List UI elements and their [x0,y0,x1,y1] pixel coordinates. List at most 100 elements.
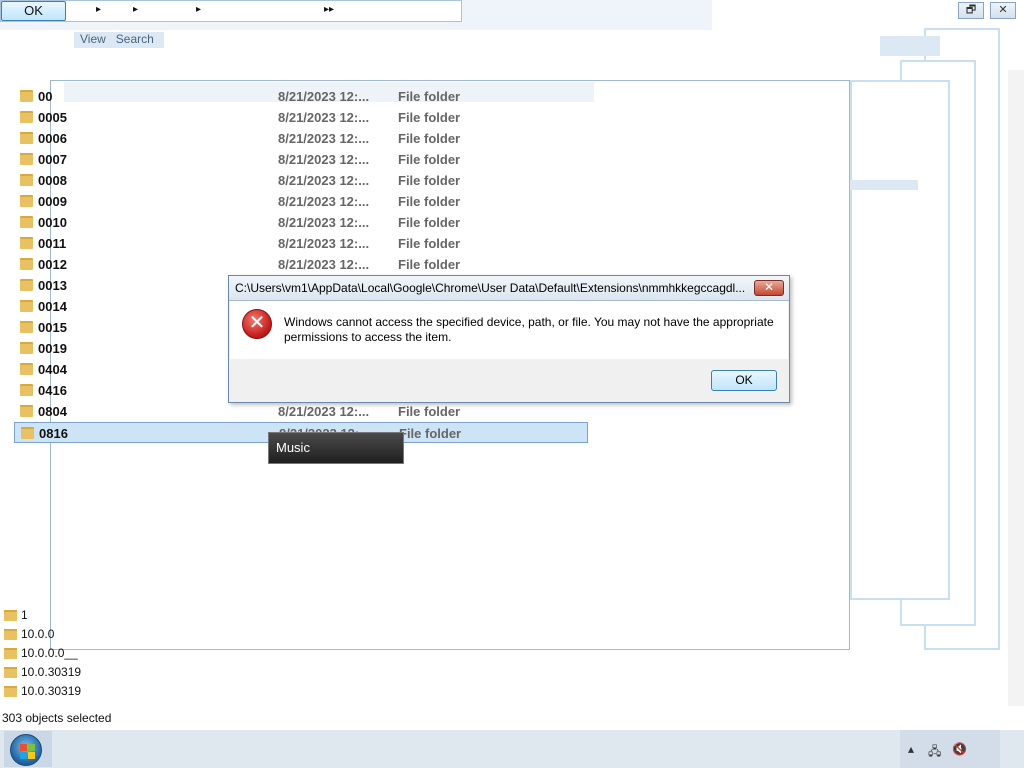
folder-icon [20,90,33,102]
tooltip: Music [268,432,404,464]
tree-item[interactable]: 10.0.30319 [4,665,81,679]
show-hidden-icons-icon[interactable]: ▴ [908,742,914,756]
folder-icon [20,405,33,417]
file-date: 8/21/2023 12:... [278,194,370,209]
taskbar [0,730,1024,768]
address-bar[interactable] [0,0,462,22]
file-type: File folder [398,236,461,251]
folder-icon [4,629,17,641]
folder-icon [21,427,34,439]
file-date: 8/21/2023 12:... [278,236,370,251]
file-name: 0804 [38,404,67,419]
folder-icon [20,132,33,144]
tree-item-label: 10.0.0.0__ [21,646,78,660]
file-row[interactable]: 0009 8/21/2023 12:... File folder [14,191,588,212]
vertical-scrollbar[interactable] [1008,70,1024,706]
background-window-frame-1 [850,80,950,600]
file-name: 0404 [38,362,67,377]
dialog-message: Windows cannot access the specified devi… [284,315,774,344]
breadcrumb-overflow-icon[interactable]: ▸▸ [324,4,334,15]
menu-view[interactable]: View [80,32,106,46]
file-row[interactable]: 0010 8/21/2023 12:... File folder [14,212,588,233]
file-type: File folder [398,173,461,188]
file-date: 8/21/2023 12:... [278,404,370,419]
logo-quadrant [28,744,35,751]
file-name: 0014 [38,299,67,314]
file-type: File folder [398,194,461,209]
file-name: 0011 [38,236,67,251]
file-row[interactable]: 0005 8/21/2023 12:... File folder [14,107,588,128]
file-type: File folder [398,257,461,272]
folder-icon [20,300,33,312]
tree-item[interactable]: 10.0.0.0__ [4,646,78,660]
file-row[interactable]: 0008 8/21/2023 12:... File folder [14,170,588,191]
file-date: 8/21/2023 12:... [278,89,370,104]
file-row[interactable]: 0012 8/21/2023 12:... File folder [14,254,588,275]
breadcrumb-arrow-icon[interactable]: ▸ [196,4,201,15]
ok-button-top[interactable]: OK [1,1,66,21]
network-icon[interactable]: 🖧 [928,742,941,763]
file-date: 8/21/2023 12:... [278,173,370,188]
folder-icon [20,153,33,165]
file-name: 0010 [38,215,67,230]
file-row[interactable]: 0006 8/21/2023 12:... File folder [14,128,588,149]
file-type: File folder [398,215,461,230]
file-name: 0816 [39,426,68,441]
tree-item-label: 10.0.30319 [21,665,82,679]
file-name: 0007 [38,152,67,167]
breadcrumb-arrow-icon[interactable]: ▸ [133,4,138,15]
file-name: 0019 [38,341,67,356]
file-type: File folder [399,426,462,441]
folder-icon [20,195,33,207]
dialog-close-button[interactable]: ✕ [754,280,784,296]
status-selection: 303 objects selected [2,711,112,725]
file-row[interactable]: 0007 8/21/2023 12:... File folder [14,149,588,170]
file-row[interactable]: 00 8/21/2023 12:... File folder [14,86,588,107]
error-dialog: C:\Users\vm1\AppData\Local\Google\Chrome… [228,275,790,403]
folder-icon [20,384,33,396]
menu-search[interactable]: Search [116,32,154,46]
logo-quadrant [28,752,35,759]
tree-item[interactable]: 1 [4,608,28,622]
folder-icon [20,258,33,270]
breadcrumb-arrow-icon[interactable]: ▸ [96,4,101,15]
file-name: 0012 [38,257,67,272]
tree-item[interactable]: 10.0.0 [4,627,54,641]
dialog-title: C:\Users\vm1\AppData\Local\Google\Chrome… [235,281,746,295]
restore-button[interactable]: 🗗 [958,2,984,19]
close-window-button[interactable]: ✕ [990,2,1016,19]
file-date: 8/21/2023 12:... [278,131,370,146]
tree-item-label: 10.0.30319 [21,684,82,698]
file-row[interactable]: 0011 8/21/2023 12:... File folder [14,233,588,254]
volume-muted-icon[interactable]: 🔇 [952,742,967,756]
folder-icon [4,686,17,698]
file-type: File folder [398,152,461,167]
file-name: 0005 [38,110,67,125]
folder-icon [4,610,17,622]
folder-icon [20,174,33,186]
folder-icon [4,667,17,679]
file-name: 0416 [38,383,67,398]
dialog-ok-button[interactable]: OK [711,370,777,391]
dialog-title-bar[interactable]: C:\Users\vm1\AppData\Local\Google\Chrome… [229,276,789,301]
background-panel [880,36,940,56]
file-date: 8/21/2023 12:... [278,215,370,230]
file-type: File folder [398,131,461,146]
file-name: 00 [38,89,53,104]
file-type: File folder [398,404,461,419]
file-name: 0006 [38,131,67,146]
folder-icon [20,216,33,228]
error-icon: ✕ [242,309,272,339]
folder-icon [20,342,33,354]
file-name: 0015 [38,320,67,335]
background-panel-2 [850,180,918,190]
file-date: 8/21/2023 12:... [278,152,370,167]
windows-start-orb-icon[interactable] [10,734,42,766]
file-date: 8/21/2023 12:... [278,257,370,272]
file-row[interactable]: 0804 8/21/2023 12:... File folder [14,401,588,422]
tree-item[interactable]: 10.0.30319 [4,684,81,698]
tree-item-label: 1 [21,608,28,622]
file-type: File folder [398,89,461,104]
folder-icon [20,321,33,333]
file-name: 0008 [38,173,67,188]
